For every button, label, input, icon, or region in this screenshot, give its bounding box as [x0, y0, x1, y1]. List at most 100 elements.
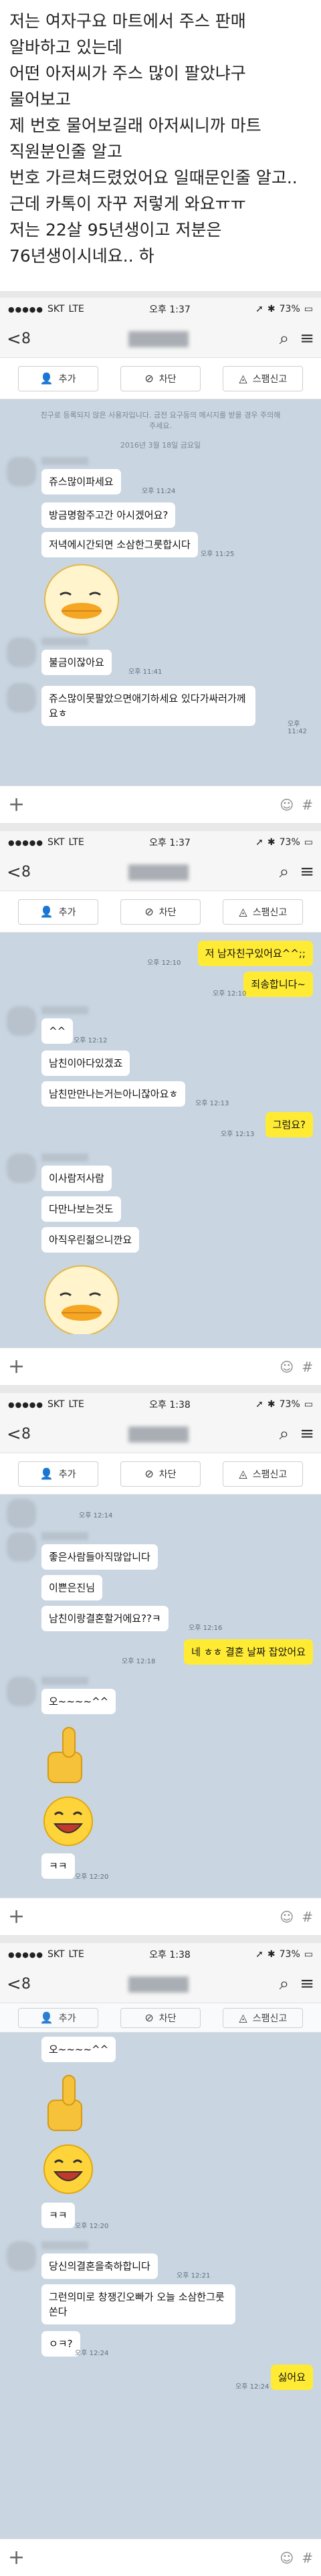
message-input[interactable] [35, 1906, 272, 1928]
stranger-action-bar: 👤 추가 ⊘ 차단 ◬ 스팸신고 [0, 891, 321, 933]
message-input-bar: + ☺ # [0, 1348, 321, 1385]
report-spam-button[interactable]: ◬ 스팸신고 [223, 899, 304, 925]
sender-name-blurred [41, 638, 88, 646]
menu-icon[interactable]: ≡ [300, 1974, 314, 1995]
emoticon-icon[interactable]: ☺ [280, 1359, 294, 1375]
message-bubble: 저녁에시간되면 소삼한그룻합시다 [41, 532, 198, 557]
carrier-label: SKT [47, 1949, 65, 1960]
plus-icon[interactable]: + [8, 1355, 35, 1378]
emoticon-icon[interactable]: ☺ [280, 1909, 294, 1925]
back-icon[interactable]: < [7, 1424, 21, 1445]
battery-icon: ▭ [304, 1949, 313, 1960]
report-label: 스팸신고 [252, 2013, 288, 2024]
location-icon: ➚ [255, 1399, 263, 1410]
bluetooth-icon: ✱ [267, 1399, 276, 1410]
avatar[interactable] [7, 1532, 36, 1562]
block-button[interactable]: ⊘ 차단 [120, 2007, 201, 2028]
message-time: 오후 12:14 [79, 1512, 113, 1520]
add-friend-button[interactable]: 👤 추가 [17, 1461, 98, 1487]
clock: 오후 1:37 [149, 304, 191, 315]
thumbs-up-icon [47, 1727, 82, 1783]
message-bubble: ㅋㅋ [41, 1853, 75, 1879]
status-bar: ●●●●● SKT LTE 오후 1:38 ➚ ✱ 73% ▭ [0, 1943, 321, 1966]
message-bubble: 이사람저사람 [41, 1166, 112, 1191]
report-icon: ◬ [239, 2011, 247, 2024]
intro-text-block: 저는 여자구요 마트에서 주스 판매 알바하고 있는데 어떤 아저씨가 주스 많… [0, 0, 321, 291]
add-friend-button[interactable]: 👤 추가 [17, 2007, 98, 2028]
message-time: 오후 12:20 [75, 2223, 109, 2230]
message-input[interactable] [35, 794, 272, 816]
intro-line: 저는 여자구요 마트에서 주스 판매 알바하고 있는데 [9, 11, 246, 57]
hashtag-icon[interactable]: # [302, 1909, 313, 1925]
hashtag-icon[interactable]: # [302, 1359, 313, 1375]
emoticon-icon[interactable]: ☺ [280, 797, 294, 813]
chat-title-blurred [128, 1976, 189, 1993]
add-user-icon: 👤 [39, 1467, 54, 1480]
block-button[interactable]: ⊘ 차단 [120, 1461, 201, 1487]
plus-icon[interactable]: + [8, 1905, 35, 1928]
hashtag-icon[interactable]: # [302, 2550, 313, 2566]
message-bubble: 이쁜은진님 [41, 1575, 103, 1600]
search-icon[interactable]: ⌕ [280, 862, 290, 883]
carrier-label: SKT [47, 837, 65, 848]
add-friend-button[interactable]: 👤 추가 [17, 365, 98, 391]
search-icon[interactable]: ⌕ [280, 1424, 290, 1445]
plus-icon[interactable]: + [8, 2546, 35, 2569]
signal-icon: ●●●●● [8, 1950, 43, 1959]
location-icon: ➚ [255, 304, 263, 314]
sender-name-blurred [41, 1677, 88, 1685]
stranger-action-bar: 👤 추가 ⊘ 차단 ◬ 스팸신고 [0, 358, 321, 399]
add-friend-button[interactable]: 👤 추가 [17, 899, 98, 925]
avatar[interactable] [7, 1499, 36, 1528]
add-user-icon: 👤 [39, 905, 54, 918]
unread-count: 8 [21, 1976, 31, 1993]
menu-icon[interactable]: ≡ [300, 1424, 314, 1445]
message-bubble: 쥬스많이파세요 [41, 469, 121, 494]
network-label: LTE [68, 837, 84, 848]
avatar[interactable] [7, 1677, 36, 1706]
my-message-bubble: 죄송합니다~ [243, 972, 313, 997]
back-icon[interactable]: < [7, 1974, 21, 1995]
chat-title-blurred [128, 864, 189, 881]
avatar[interactable] [7, 683, 36, 713]
avatar[interactable] [7, 1006, 36, 1036]
unread-count: 8 [21, 1426, 31, 1443]
carrier-label: SKT [47, 304, 65, 314]
menu-icon[interactable]: ≡ [300, 329, 314, 349]
avatar[interactable] [7, 457, 36, 486]
sender-name-blurred [41, 1532, 88, 1540]
back-icon[interactable]: < [7, 862, 21, 883]
avatar[interactable] [7, 638, 36, 667]
sender-name-blurred [41, 1006, 88, 1014]
message-bubble: 남친이랑결혼할거에요??ㅋ [41, 1606, 169, 1631]
message-time: 오후 12:24 [75, 2350, 109, 2357]
search-icon[interactable]: ⌕ [280, 329, 290, 349]
plus-icon[interactable]: + [8, 793, 35, 816]
back-icon[interactable]: < [7, 329, 21, 349]
block-button[interactable]: ⊘ 차단 [120, 899, 201, 925]
emoticon-icon[interactable]: ☺ [280, 2550, 294, 2566]
block-icon: ⊘ [144, 1467, 154, 1480]
avatar[interactable] [7, 1154, 36, 1183]
message-input[interactable] [35, 1356, 272, 1378]
menu-icon[interactable]: ≡ [300, 862, 314, 883]
chat-header: < 8 ⌕ ≡ [0, 1966, 321, 2003]
message-time: 오후 12:16 [189, 1625, 223, 1632]
message-bubble: 남친이아다있겠죠 [41, 1050, 130, 1076]
report-spam-button[interactable]: ◬ 스팸신고 [223, 2007, 304, 2028]
chat-header: < 8 ⌕ ≡ [0, 1416, 321, 1453]
search-icon[interactable]: ⌕ [280, 1974, 290, 1995]
avatar[interactable] [7, 2241, 36, 2271]
message-time: 오후 11:24 [142, 488, 176, 495]
hashtag-icon[interactable]: # [302, 797, 313, 813]
page: 저는 여자구요 마트에서 주스 판매 알바하고 있는데 어떤 아저씨가 주스 많… [0, 0, 321, 2576]
block-button[interactable]: ⊘ 차단 [120, 365, 201, 391]
add-label: 추가 [58, 907, 76, 918]
report-spam-button[interactable]: ◬ 스팸신고 [223, 365, 304, 391]
message-bubble: 남친만만나는거는아니잖아요ㅎ [41, 1081, 186, 1107]
block-label: 차단 [158, 1469, 177, 1480]
report-spam-button[interactable]: ◬ 스팸신고 [223, 1461, 304, 1487]
status-bar: ●●●●● SKT LTE 오후 1:37 ➚ ✱ 73% ▭ [0, 298, 321, 320]
message-bubble: 좋은사람들아직많압니다 [41, 1544, 158, 1570]
message-input[interactable] [35, 2547, 272, 2569]
